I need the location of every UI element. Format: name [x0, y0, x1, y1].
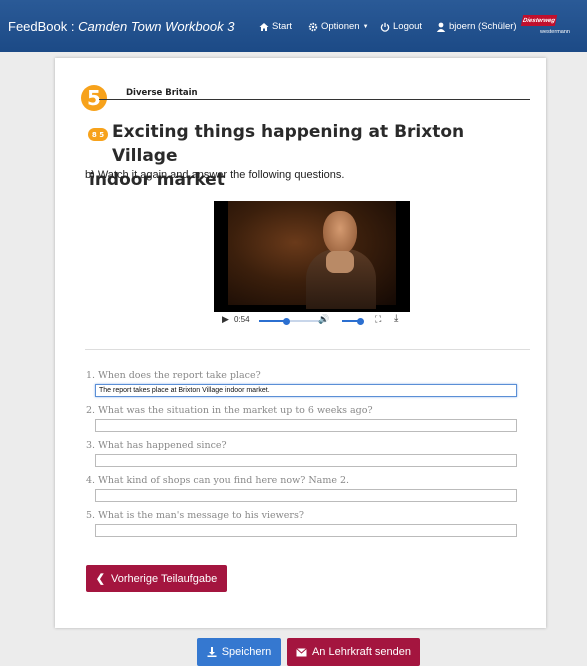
task-instruction: b) Watch it again and answer the followi… [85, 169, 345, 181]
home-icon [259, 22, 269, 31]
nav-options-label: Optionen [321, 21, 360, 32]
chapter-rule [99, 99, 530, 100]
task-number-badge: 8 5 [88, 128, 108, 141]
caret-down-icon: ▼ [362, 23, 369, 30]
logo-subtext: westermann [540, 29, 570, 35]
question-1-label: 1. When does the report take place? [86, 370, 261, 381]
question-4-label: 4. What kind of shops can you find here … [86, 475, 350, 486]
answer-2-input[interactable] [95, 419, 517, 432]
previous-subtask-label: Vorherige Teilaufgabe [111, 572, 218, 585]
play-icon[interactable]: ▶ [222, 314, 229, 325]
video-player[interactable] [214, 201, 410, 330]
gear-icon [308, 22, 318, 31]
video-time: 0:54 [234, 315, 250, 324]
nav-logout-label: Logout [393, 21, 423, 32]
envelope-icon [296, 647, 307, 656]
progress-handle[interactable] [283, 317, 290, 325]
chevron-left-icon: ❮ [95, 573, 105, 585]
book-title: Camden Town Workbook 3 [78, 19, 235, 34]
user-icon [436, 22, 446, 32]
answer-4-input[interactable] [95, 489, 517, 502]
question-3-label: 3. What has happened since? [86, 440, 227, 451]
task-title-line1: Exciting things happening at Brixton Vil… [112, 122, 465, 166]
answer-3-input[interactable] [95, 454, 517, 467]
top-navbar: FeedBook : Camden Town Workbook 3 Start … [0, 0, 587, 52]
task-card: 5 Diverse Britain 8 5 Exciting things ha… [55, 58, 546, 628]
nav-user[interactable]: bjoern (Schüler) [436, 21, 517, 32]
answer-5-input[interactable] [95, 524, 517, 537]
question-2-label: 2. What was the situation in the market … [86, 405, 373, 416]
logo-mark: Diesterweg [520, 15, 558, 26]
app-brand[interactable]: FeedBook : Camden Town Workbook 3 [8, 19, 234, 34]
video-frame [228, 201, 396, 309]
answer-1-input[interactable]: The report takes place at Brixton Villag… [95, 384, 517, 397]
brand-label: FeedBook : [8, 19, 75, 34]
publisher-logo: Diesterweg westermann [519, 12, 577, 42]
download-icon[interactable]: ⤓ [394, 313, 398, 324]
volume-handle[interactable] [357, 317, 364, 325]
question-5-label: 5. What is the man's message to his view… [86, 510, 304, 521]
nav-options-dropdown[interactable]: Optionen ▼ [308, 21, 369, 32]
previous-subtask-button[interactable]: ❮ Vorherige Teilaufgabe [86, 565, 227, 592]
chapter-number: 5 [81, 85, 107, 111]
video-controls: ▶ 0:54 🔊 ⛶ ⤓ [214, 312, 410, 330]
nav-start-label: Start [272, 21, 293, 32]
volume-icon[interactable]: 🔊 [318, 314, 329, 325]
download-save-icon [207, 647, 217, 657]
nav-logout[interactable]: Logout [380, 21, 422, 32]
power-icon [380, 22, 390, 32]
video-person-scarf [326, 251, 354, 273]
chapter-title: Diverse Britain [126, 88, 198, 98]
section-divider [85, 349, 530, 350]
video-person-head [323, 211, 357, 255]
progress-fill [259, 320, 286, 322]
nav-start[interactable]: Start [259, 21, 292, 32]
fullscreen-icon[interactable]: ⛶ [375, 314, 381, 325]
save-button[interactable]: Speichern [197, 638, 281, 666]
send-to-teacher-button[interactable]: An Lehrkraft senden [287, 638, 420, 666]
save-label: Speichern [221, 646, 272, 658]
nav-user-label: bjoern (Schüler) [449, 21, 517, 32]
task-title: Exciting things happening at Brixton Vil… [89, 120, 512, 192]
send-label: An Lehrkraft senden [311, 646, 412, 658]
